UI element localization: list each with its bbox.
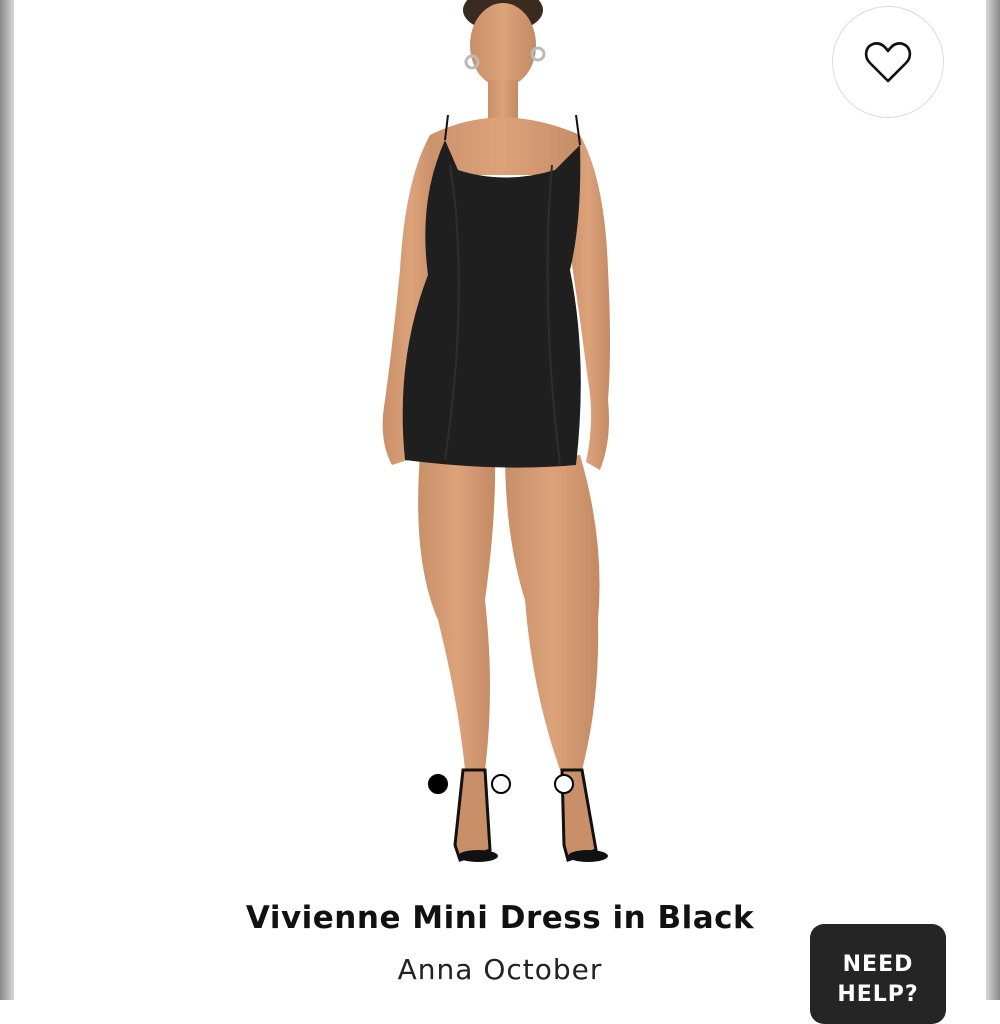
need-help-button[interactable]: NEED HELP? bbox=[810, 924, 946, 1024]
carousel-dot-3[interactable] bbox=[554, 774, 574, 794]
screen-edge-left bbox=[0, 0, 14, 1000]
product-photo bbox=[382, 0, 610, 862]
carousel-dot-1[interactable] bbox=[428, 774, 448, 794]
wishlist-button[interactable] bbox=[832, 6, 944, 118]
screen-edge-right bbox=[986, 0, 1000, 1000]
carousel-pagination bbox=[426, 772, 576, 796]
carousel-dot-2[interactable] bbox=[491, 774, 511, 794]
product-image[interactable] bbox=[300, 0, 700, 890]
heart-outline-icon bbox=[864, 42, 912, 83]
